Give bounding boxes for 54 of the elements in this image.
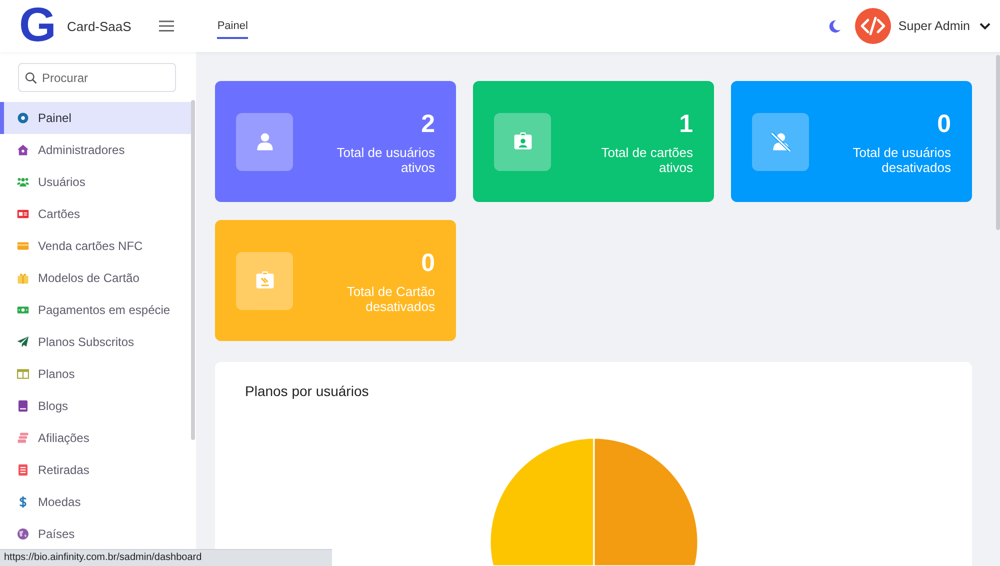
app-name: Card-SaaS — [67, 18, 132, 34]
document-icon — [17, 464, 29, 476]
sidebar-item[interactable]: Modelos de Cartão — [0, 262, 191, 294]
nav-tab[interactable]: Painel — [217, 20, 248, 38]
sidebar-item[interactable]: Planos Subscritos — [0, 326, 191, 358]
user-menu[interactable]: Super Admin — [898, 19, 991, 33]
chart-title: Planos por usuários — [245, 383, 370, 400]
sidebar-item[interactable]: Usuários — [0, 166, 191, 198]
stat-label: Total de usuários desativados — [852, 144, 951, 174]
users-icon — [17, 176, 29, 188]
stack-icon — [17, 432, 29, 444]
avatar-code-icon[interactable] — [855, 8, 892, 44]
paper-plane-icon — [17, 336, 29, 348]
sidebar-item[interactable]: Cartões — [0, 198, 191, 230]
dot-circle-icon — [17, 112, 29, 124]
stat-label: Total de cartões ativos — [600, 144, 693, 174]
stat-value: 1 — [679, 108, 693, 138]
stat-value: 0 — [937, 108, 951, 138]
sidebar-item[interactable]: Afiliações — [0, 422, 191, 454]
status-url: https://bio.ainfinity.com.br/sadmin/dashboard — [0, 549, 332, 566]
columns-icon — [17, 368, 29, 380]
book-icon — [17, 400, 29, 412]
dollar-icon — [17, 496, 29, 508]
banknote-icon — [17, 304, 29, 316]
stat-value: 0 — [421, 248, 435, 278]
sidebar-item[interactable]: Administradores — [0, 134, 191, 166]
sidebar-item[interactable]: Retiradas — [0, 454, 191, 486]
id-card-icon — [17, 208, 29, 220]
stat-label: Total de usuários ativos — [336, 144, 435, 174]
scrollbar-thumb[interactable] — [996, 55, 1000, 230]
sidebar-item[interactable]: Pagamentos em espécie — [0, 294, 191, 326]
sidebar-item[interactable]: Blogs — [0, 390, 191, 422]
stat-label: Total de Cartão desativados — [346, 284, 435, 314]
sidebar-item[interactable]: Moedas — [0, 486, 191, 518]
sidebar-item[interactable]: Painel — [0, 102, 191, 134]
chevron-down-icon — [979, 20, 991, 32]
moon-icon[interactable] — [828, 20, 842, 32]
search-icon — [25, 72, 37, 84]
sidebar-item[interactable]: Países — [0, 518, 191, 550]
globe-icon — [17, 528, 29, 540]
house-icon — [17, 144, 29, 156]
gift-icon — [17, 272, 29, 284]
sidebar-item[interactable]: Venda cartões NFC — [0, 230, 191, 262]
id-badge-icon — [494, 112, 551, 170]
stat-value: 2 — [421, 108, 435, 138]
scrollbar-thumb[interactable] — [191, 100, 195, 440]
menu-icon[interactable] — [159, 20, 174, 32]
credit-card-icon — [17, 240, 29, 252]
user-icon — [236, 112, 293, 170]
sidebar-item[interactable]: Planos — [0, 358, 191, 390]
id-badge-icon — [236, 252, 293, 310]
search-field[interactable]: Procurar — [18, 63, 176, 92]
logo: G — [19, 5, 54, 47]
user-slash-icon — [752, 112, 809, 170]
